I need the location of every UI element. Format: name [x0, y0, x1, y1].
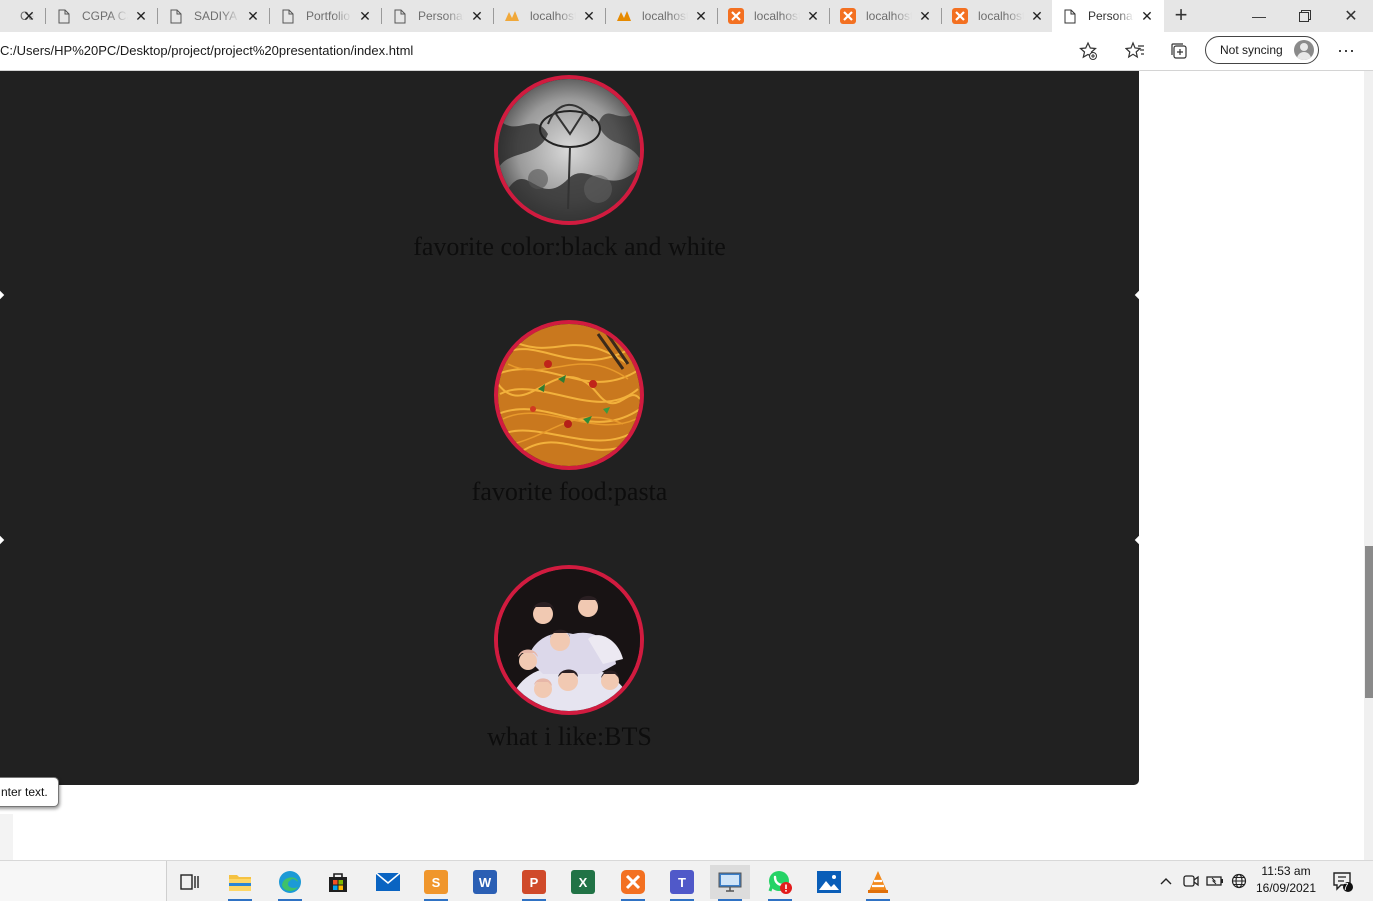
- clock-time: 11:53 am: [1261, 864, 1311, 878]
- panel-notch: [0, 535, 5, 545]
- bts-group-photo: [494, 565, 644, 715]
- black-and-white-flower-photo: [494, 75, 644, 225]
- xampp-icon: [728, 8, 744, 24]
- content-panel: favorite color:black and white favorite …: [0, 71, 1144, 785]
- page-icon: [168, 8, 184, 24]
- tab-title: localhost: [642, 9, 688, 23]
- tab-6[interactable]: localhost ✕: [606, 0, 718, 32]
- close-icon[interactable]: ✕: [1140, 9, 1154, 23]
- minimize-icon[interactable]: —: [1236, 0, 1282, 32]
- close-icon[interactable]: ✕: [246, 9, 260, 23]
- remote-desktop-icon[interactable]: [710, 865, 750, 901]
- xampp-icon[interactable]: [613, 865, 653, 901]
- page-icon: [1062, 8, 1078, 24]
- close-icon[interactable]: ✕: [806, 9, 820, 23]
- teams-icon[interactable]: T: [662, 865, 702, 901]
- task-view-icon[interactable]: [170, 865, 210, 899]
- tab-3[interactable]: Portfolio ✕: [270, 0, 382, 32]
- phpmyadmin-icon: [504, 8, 520, 24]
- close-icon[interactable]: ✕: [918, 9, 932, 23]
- tab-1[interactable]: CGPA Ca ✕: [46, 0, 158, 32]
- panel-notch: [0, 290, 5, 300]
- notifications-icon[interactable]: 7: [1330, 861, 1356, 901]
- tab-8[interactable]: localhost ✕: [830, 0, 942, 32]
- globe-network-icon[interactable]: [1229, 861, 1249, 901]
- tab-title: localhost: [866, 9, 912, 23]
- photos-icon[interactable]: [809, 865, 849, 899]
- tooltip: nter text.: [0, 777, 59, 860]
- sublime-icon[interactable]: S: [416, 865, 456, 901]
- page-icon: [392, 8, 408, 24]
- tab-title: CGPA Ca: [82, 9, 128, 23]
- edge-icon[interactable]: [270, 865, 310, 901]
- tab-7[interactable]: localhost ✕: [718, 0, 830, 32]
- close-icon[interactable]: ✕: [470, 9, 484, 23]
- xampp-icon: [840, 8, 856, 24]
- sync-label: Not syncing: [1220, 43, 1283, 57]
- avatar: [1294, 40, 1314, 60]
- collections-icon[interactable]: [1167, 40, 1191, 62]
- more-menu-icon[interactable]: ⋯: [1334, 40, 1358, 62]
- xampp-icon: [952, 8, 968, 24]
- tab-5[interactable]: localhost ✕: [494, 0, 606, 32]
- taskbar-search-area[interactable]: [0, 861, 167, 901]
- file-explorer-icon[interactable]: [220, 865, 260, 901]
- page-icon: [56, 8, 72, 24]
- battery-icon[interactable]: [1205, 861, 1225, 901]
- tab-10-active[interactable]: Personal ✕: [1052, 0, 1164, 32]
- tab-title: localhost: [754, 9, 800, 23]
- scrollbar-thumb[interactable]: [1365, 546, 1373, 698]
- tab-title: Portfolio: [306, 9, 351, 23]
- profile-sync-button[interactable]: Not syncing: [1205, 36, 1319, 64]
- excel-icon[interactable]: X: [563, 865, 603, 899]
- pasta-photo: [494, 320, 644, 470]
- vlc-icon[interactable]: [858, 865, 898, 901]
- tab-title: localhost: [978, 9, 1024, 23]
- item-caption: favorite color:black and white: [413, 232, 726, 261]
- tab-9[interactable]: localhost ✕: [942, 0, 1054, 32]
- page-icon: [280, 8, 296, 24]
- new-tab-button[interactable]: +: [1170, 4, 1192, 27]
- add-favorite-icon[interactable]: [1076, 40, 1100, 62]
- item-caption: what i like:BTS: [487, 722, 652, 751]
- clock-date: 16/09/2021: [1255, 881, 1317, 895]
- mail-icon[interactable]: [368, 865, 408, 899]
- address-bar: C:/Users/HP%20PC/Desktop/project/project…: [0, 32, 1373, 71]
- word-icon[interactable]: W: [465, 865, 505, 899]
- tab-title: Personal: [418, 9, 464, 23]
- tab-title: localhost: [530, 9, 576, 23]
- favorites-icon[interactable]: [1123, 40, 1147, 62]
- tab-title: Personal: [1088, 9, 1134, 23]
- item-caption: favorite food:pasta: [471, 477, 668, 506]
- close-icon[interactable]: ✕: [358, 9, 372, 23]
- notification-count: 7: [1343, 882, 1349, 893]
- page-icon: [0, 8, 10, 24]
- close-icon[interactable]: ✕: [694, 9, 708, 23]
- close-icon[interactable]: ✕: [1030, 9, 1044, 23]
- chevron-up-icon[interactable]: [1156, 861, 1176, 901]
- store-icon[interactable]: [318, 865, 358, 899]
- powerpoint-icon[interactable]: P: [514, 865, 554, 901]
- vertical-scrollbar[interactable]: [1364, 71, 1373, 860]
- whatsapp-icon[interactable]: [760, 865, 800, 901]
- taskbar: S W P X T 11:53 am 16/09/2021 7: [0, 860, 1373, 901]
- close-icon[interactable]: ✕: [134, 9, 148, 23]
- url-field[interactable]: C:/Users/HP%20PC/Desktop/project/project…: [0, 43, 413, 58]
- page-viewport: favorite color:black and white favorite …: [0, 71, 1364, 860]
- close-icon[interactable]: ✕: [582, 9, 596, 23]
- restore-icon[interactable]: [1282, 0, 1328, 32]
- close-window-icon[interactable]: ✕: [1328, 0, 1373, 32]
- meet-now-icon[interactable]: [1181, 861, 1201, 901]
- close-icon[interactable]: ✕: [22, 9, 36, 23]
- tab-2[interactable]: SADIYA ✕: [158, 0, 270, 32]
- tab-strip: Ca ✕ CGPA Ca ✕ SADIYA ✕ Portfolio ✕ Pers…: [0, 0, 1373, 32]
- panel-notch: [1134, 290, 1144, 300]
- tab-4[interactable]: Personal ✕: [382, 0, 494, 32]
- phpmyadmin-icon: [616, 8, 632, 24]
- system-clock[interactable]: 11:53 am 16/09/2021: [1250, 863, 1322, 897]
- tab-0[interactable]: Ca ✕: [0, 0, 46, 32]
- panel-notch: [1134, 535, 1144, 545]
- tab-title: SADIYA: [194, 9, 238, 23]
